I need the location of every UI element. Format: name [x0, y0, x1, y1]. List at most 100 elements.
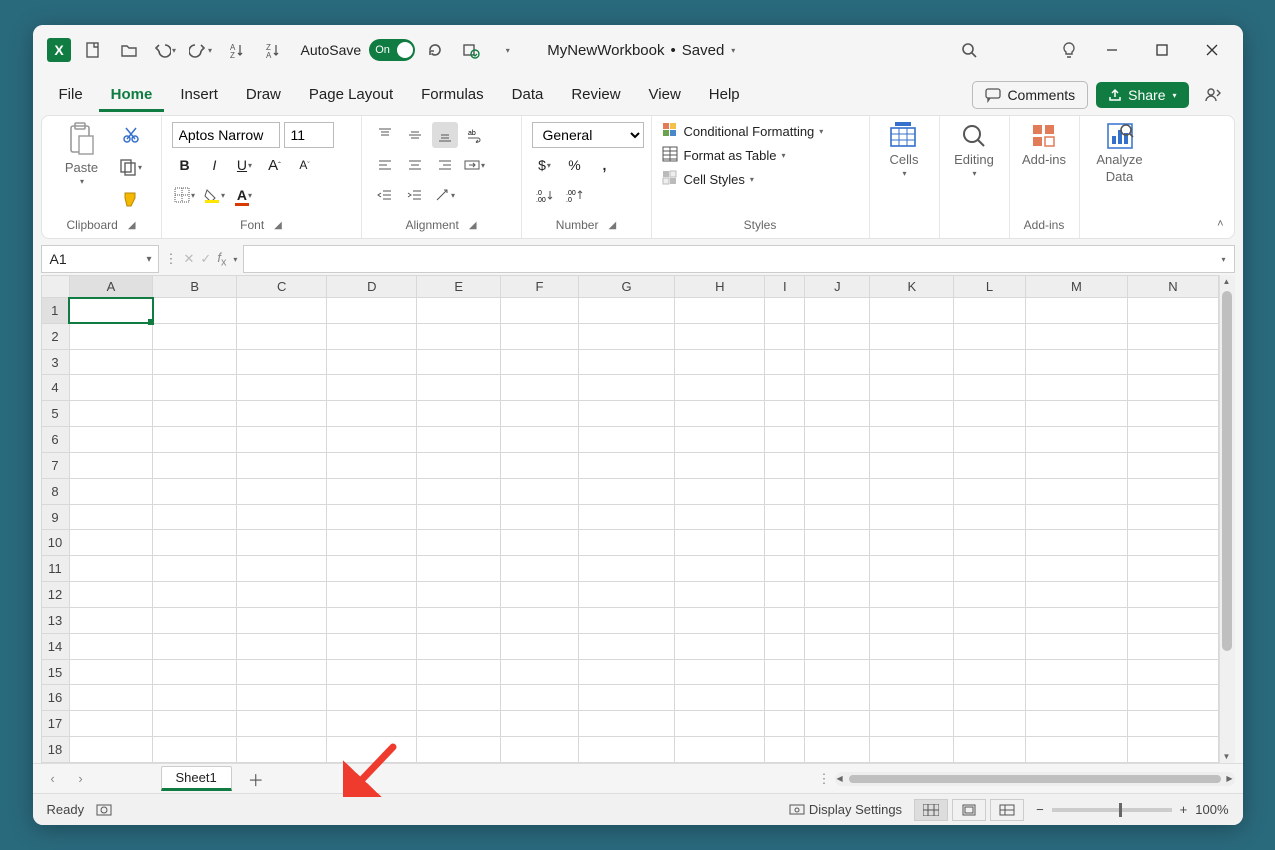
- cell-J3[interactable]: [805, 349, 870, 375]
- cell-H11[interactable]: [675, 556, 765, 582]
- cell-L8[interactable]: [954, 478, 1025, 504]
- cell-K11[interactable]: [870, 556, 954, 582]
- cell-F9[interactable]: [501, 504, 579, 530]
- share-button[interactable]: Share ▾: [1096, 82, 1188, 108]
- sheet-tab-active[interactable]: Sheet1: [161, 766, 232, 791]
- cell-H8[interactable]: [675, 478, 765, 504]
- col-header-E[interactable]: E: [417, 276, 501, 298]
- redo-icon[interactable]: ▾: [185, 34, 217, 66]
- cancel-icon[interactable]: ✕: [184, 251, 195, 267]
- cell-C16[interactable]: [237, 685, 327, 711]
- cell-M15[interactable]: [1025, 659, 1128, 685]
- cell-B18[interactable]: [153, 737, 237, 763]
- cell-C10[interactable]: [237, 530, 327, 556]
- cell-M11[interactable]: [1025, 556, 1128, 582]
- row-header-6[interactable]: 6: [41, 427, 69, 453]
- cell-F8[interactable]: [501, 478, 579, 504]
- more-icon[interactable]: ⋮: [818, 771, 831, 787]
- cell-B7[interactable]: [153, 452, 237, 478]
- decrease-decimal-icon[interactable]: .00.0: [562, 182, 588, 208]
- cell-D4[interactable]: [327, 375, 417, 401]
- cell-H13[interactable]: [675, 607, 765, 633]
- cell-E13[interactable]: [417, 607, 501, 633]
- tab-view[interactable]: View: [637, 78, 693, 112]
- cell-F11[interactable]: [501, 556, 579, 582]
- cell-F2[interactable]: [501, 323, 579, 349]
- cell-B1[interactable]: [153, 298, 237, 324]
- cell-L15[interactable]: [954, 659, 1025, 685]
- cell-E14[interactable]: [417, 633, 501, 659]
- vertical-scrollbar[interactable]: ▲ ▼: [1219, 275, 1235, 763]
- cell-M12[interactable]: [1025, 582, 1128, 608]
- cell-N11[interactable]: [1128, 556, 1218, 582]
- cell-H5[interactable]: [675, 401, 765, 427]
- close-button[interactable]: [1189, 34, 1235, 66]
- cell-L12[interactable]: [954, 582, 1025, 608]
- cell-G3[interactable]: [578, 349, 674, 375]
- toggle-on-icon[interactable]: On: [369, 39, 415, 61]
- cell-B9[interactable]: [153, 504, 237, 530]
- merge-center-icon[interactable]: ▾: [462, 152, 488, 178]
- cell-I7[interactable]: [765, 452, 805, 478]
- cell-D17[interactable]: [327, 711, 417, 737]
- tab-help[interactable]: Help: [697, 78, 752, 112]
- cell-J5[interactable]: [805, 401, 870, 427]
- cell-I3[interactable]: [765, 349, 805, 375]
- cell-D1[interactable]: [327, 298, 417, 324]
- font-color-icon[interactable]: A▾: [232, 182, 258, 208]
- col-header-J[interactable]: J: [805, 276, 870, 298]
- scroll-thumb[interactable]: [849, 775, 1221, 783]
- formula-bar[interactable]: ▾: [243, 245, 1234, 273]
- view-page-layout-icon[interactable]: [952, 799, 986, 821]
- cell-N18[interactable]: [1128, 737, 1218, 763]
- cell-G6[interactable]: [578, 427, 674, 453]
- cell-B5[interactable]: [153, 401, 237, 427]
- currency-icon[interactable]: $▾: [532, 152, 558, 178]
- cell-A13[interactable]: [69, 607, 153, 633]
- cell-E2[interactable]: [417, 323, 501, 349]
- cell-D14[interactable]: [327, 633, 417, 659]
- view-page-break-icon[interactable]: [990, 799, 1024, 821]
- cell-N6[interactable]: [1128, 427, 1218, 453]
- cell-I13[interactable]: [765, 607, 805, 633]
- cell-K14[interactable]: [870, 633, 954, 659]
- cell-G9[interactable]: [578, 504, 674, 530]
- cell-C1[interactable]: [237, 298, 327, 324]
- cell-styles-button[interactable]: Cell Styles▾: [662, 170, 824, 188]
- cell-G18[interactable]: [578, 737, 674, 763]
- font-size-input[interactable]: [284, 122, 334, 148]
- cell-A4[interactable]: [69, 375, 153, 401]
- cell-J2[interactable]: [805, 323, 870, 349]
- new-file-icon[interactable]: [77, 34, 109, 66]
- fx-icon[interactable]: fx: [217, 250, 226, 269]
- cell-H14[interactable]: [675, 633, 765, 659]
- refresh-icon[interactable]: [419, 34, 451, 66]
- cell-F4[interactable]: [501, 375, 579, 401]
- cell-B12[interactable]: [153, 582, 237, 608]
- cell-K17[interactable]: [870, 711, 954, 737]
- cell-F13[interactable]: [501, 607, 579, 633]
- expand-formula-icon[interactable]: ▾: [1221, 255, 1225, 264]
- enter-icon[interactable]: ✓: [200, 251, 211, 267]
- cell-G17[interactable]: [578, 711, 674, 737]
- cell-K8[interactable]: [870, 478, 954, 504]
- row-header-18[interactable]: 18: [41, 737, 69, 763]
- cell-C13[interactable]: [237, 607, 327, 633]
- scroll-right-icon[interactable]: ▶: [1226, 774, 1232, 783]
- cell-J12[interactable]: [805, 582, 870, 608]
- cell-H6[interactable]: [675, 427, 765, 453]
- comma-icon[interactable]: ,: [592, 152, 618, 178]
- cell-I9[interactable]: [765, 504, 805, 530]
- decrease-indent-icon[interactable]: [372, 182, 398, 208]
- cell-D3[interactable]: [327, 349, 417, 375]
- cell-K12[interactable]: [870, 582, 954, 608]
- cell-C5[interactable]: [237, 401, 327, 427]
- cell-G14[interactable]: [578, 633, 674, 659]
- row-header-5[interactable]: 5: [41, 401, 69, 427]
- cell-G1[interactable]: [578, 298, 674, 324]
- cell-C17[interactable]: [237, 711, 327, 737]
- cell-A6[interactable]: [69, 427, 153, 453]
- cell-F15[interactable]: [501, 659, 579, 685]
- col-header-N[interactable]: N: [1128, 276, 1218, 298]
- cell-D10[interactable]: [327, 530, 417, 556]
